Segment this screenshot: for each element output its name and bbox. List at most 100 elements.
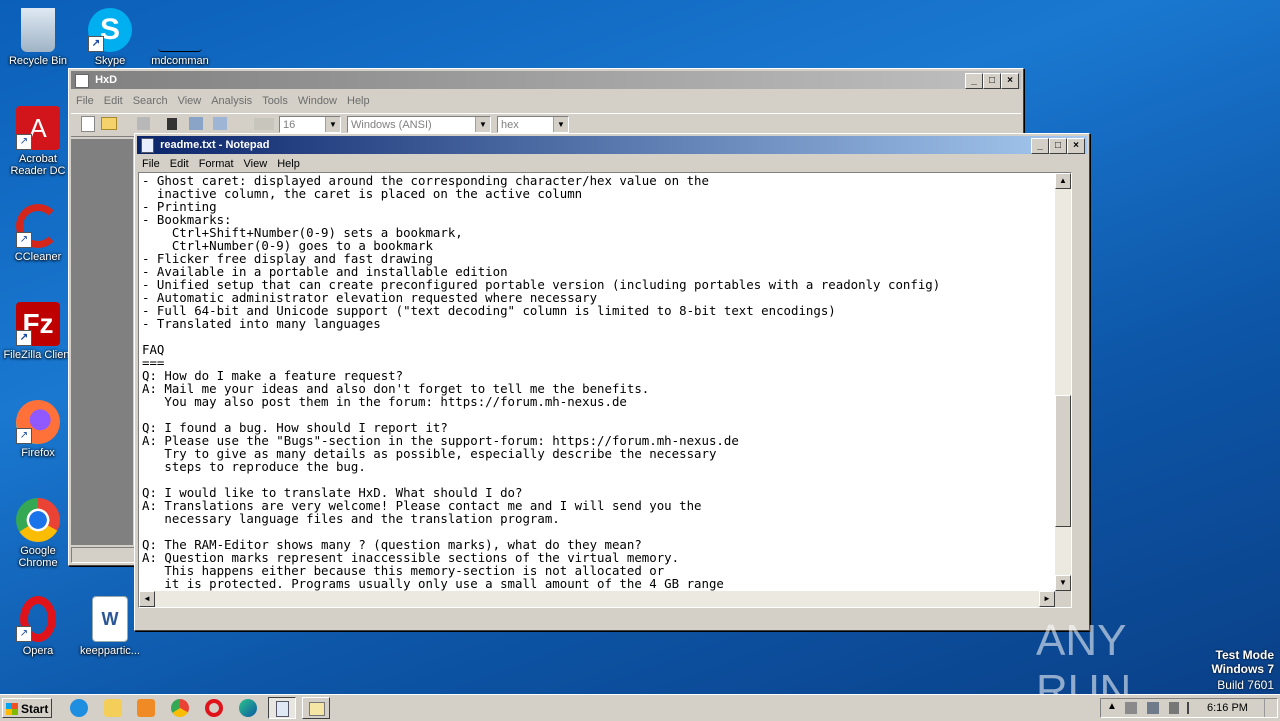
close-button[interactable]: × bbox=[1067, 138, 1085, 154]
scroll-right-button[interactable]: ► bbox=[1039, 591, 1055, 607]
desktop-icon-acrobat[interactable]: A ↗ Acrobat Reader DC bbox=[0, 106, 76, 177]
blank-file-icon bbox=[158, 8, 202, 52]
menu-edit[interactable]: Edit bbox=[99, 92, 128, 110]
desktop-icon-label: Firefox bbox=[21, 447, 55, 459]
desktop-icon-label: CCleaner bbox=[14, 251, 62, 263]
menu-file[interactable]: File bbox=[137, 155, 165, 173]
close-button[interactable]: × bbox=[1001, 73, 1019, 89]
chevron-down-icon: ▼ bbox=[475, 117, 490, 132]
chevron-down-icon: ▼ bbox=[553, 117, 568, 132]
hxd-menubar: File Edit Search View Analysis Tools Window Hel… bbox=[71, 92, 1021, 110]
hxd-app-icon bbox=[75, 74, 89, 88]
ccleaner-icon: ↗ bbox=[16, 204, 60, 248]
ram-editor-icon[interactable] bbox=[167, 118, 177, 130]
text-editor-area[interactable]: - Ghost caret: displayed around the corr… bbox=[138, 172, 1072, 608]
desktop-icon-chrome[interactable]: Google Chrome bbox=[0, 498, 76, 569]
system-tray: ▲ 6:16 PM bbox=[1100, 698, 1278, 718]
desktop-icon-opera[interactable]: ↗ Opera bbox=[0, 596, 76, 657]
desktop-icon-label: mdcomman bbox=[151, 55, 209, 67]
network-icon[interactable] bbox=[1125, 702, 1137, 714]
taskbar-notepad-button[interactable] bbox=[268, 697, 296, 719]
notepad-titlebar[interactable]: readme.txt - Notepad _ □ × bbox=[137, 136, 1087, 154]
scrollbar-thumb[interactable] bbox=[1055, 395, 1071, 527]
skype-icon: S ↗ bbox=[88, 8, 132, 52]
desktop-icon-recycle-bin[interactable]: Recycle Bin bbox=[0, 8, 76, 67]
hxd-titlebar[interactable]: HxD _ □ × bbox=[71, 71, 1021, 89]
test-mode-line1: Test Mode bbox=[1215, 648, 1274, 662]
document-text[interactable]: - Ghost caret: displayed around the corr… bbox=[139, 173, 1071, 603]
disk-editor-icon[interactable] bbox=[189, 117, 203, 130]
taskbar-hxd-button[interactable] bbox=[302, 697, 330, 719]
save-icon[interactable] bbox=[137, 117, 150, 130]
open-folder-icon[interactable] bbox=[101, 117, 117, 130]
word-document-icon: W bbox=[92, 596, 128, 642]
hxd-statusbar bbox=[71, 547, 135, 563]
maximize-button[interactable]: □ bbox=[983, 73, 1001, 89]
desktop-icon-skype[interactable]: S ↗ Skype bbox=[72, 8, 148, 67]
minimize-button[interactable]: _ bbox=[1031, 138, 1049, 154]
notepad-app-icon bbox=[141, 138, 154, 153]
chrome-icon[interactable] bbox=[171, 699, 189, 717]
vertical-scrollbar[interactable]: ▲ ▼ bbox=[1055, 173, 1071, 591]
explorer-icon[interactable] bbox=[104, 699, 122, 717]
scroll-down-button[interactable]: ▼ bbox=[1055, 575, 1071, 591]
menu-file[interactable]: File bbox=[71, 92, 99, 110]
minimize-button[interactable]: _ bbox=[965, 73, 983, 89]
chrome-icon bbox=[16, 498, 60, 542]
start-button[interactable]: Start bbox=[2, 698, 52, 718]
hxd-workspace[interactable] bbox=[71, 139, 133, 545]
menu-help[interactable]: Help bbox=[342, 92, 375, 110]
shortcut-arrow-icon: ↗ bbox=[16, 330, 32, 346]
menu-analysis[interactable]: Analysis bbox=[206, 92, 257, 110]
maximize-button[interactable]: □ bbox=[1049, 138, 1067, 154]
desktop-icon-firefox[interactable]: ↗ Firefox bbox=[0, 400, 76, 459]
show-hidden-icons-icon[interactable]: ▲ bbox=[1107, 701, 1117, 712]
action-center-icon[interactable] bbox=[1147, 702, 1159, 714]
new-file-icon[interactable] bbox=[81, 116, 95, 132]
menu-window[interactable]: Window bbox=[293, 92, 342, 110]
window-title: readme.txt - Notepad bbox=[160, 139, 270, 151]
charset-select[interactable]: Windows (ANSI) ▼ bbox=[347, 116, 491, 133]
desktop-icon-filezilla[interactable]: Fz ↗ FileZilla Client bbox=[0, 302, 76, 361]
shortcut-arrow-icon: ↗ bbox=[16, 134, 32, 150]
shortcut-arrow-icon: ↗ bbox=[16, 626, 32, 642]
desktop-icon-label: Acrobat Reader DC bbox=[10, 153, 66, 177]
bytes-per-row-select[interactable]: 16 ▼ bbox=[279, 116, 341, 133]
opera-icon[interactable] bbox=[205, 699, 223, 717]
edge-icon[interactable] bbox=[239, 699, 257, 717]
desktop-icon-mdcomman[interactable]: mdcomman bbox=[142, 8, 218, 67]
menu-help[interactable]: Help bbox=[272, 155, 305, 173]
volume-icon[interactable] bbox=[1169, 702, 1179, 714]
display-mode-select[interactable]: hex ▼ bbox=[497, 116, 569, 133]
acrobat-icon: A ↗ bbox=[16, 106, 60, 150]
media-player-icon[interactable] bbox=[137, 699, 155, 717]
flag-icon[interactable] bbox=[1187, 702, 1197, 714]
scroll-left-button[interactable]: ◄ bbox=[139, 591, 155, 607]
windows-logo-icon bbox=[6, 703, 18, 715]
file-tools-icon[interactable] bbox=[213, 117, 227, 130]
menu-search[interactable]: Search bbox=[128, 92, 173, 110]
taskbar: Start ▲ 6:16 PM bbox=[0, 694, 1280, 721]
chevron-down-icon: ▼ bbox=[325, 117, 340, 132]
ie-icon[interactable] bbox=[70, 699, 88, 717]
menu-tools[interactable]: Tools bbox=[257, 92, 293, 110]
desktop-icon-label: Opera bbox=[22, 645, 54, 657]
shortcut-arrow-icon: ↗ bbox=[88, 36, 104, 52]
scroll-up-button[interactable]: ▲ bbox=[1055, 173, 1071, 189]
clock[interactable]: 6:16 PM bbox=[1207, 702, 1248, 714]
notepad-window[interactable]: readme.txt - Notepad _ □ × File Edit Forma… bbox=[134, 133, 1090, 631]
menu-view[interactable]: View bbox=[239, 155, 273, 173]
recycle-bin-icon bbox=[21, 8, 55, 52]
menu-format[interactable]: Format bbox=[194, 155, 239, 173]
menu-view[interactable]: View bbox=[173, 92, 207, 110]
desktop-icon-ccleaner[interactable]: ↗ CCleaner bbox=[0, 204, 76, 263]
filezilla-icon: Fz ↗ bbox=[16, 302, 60, 346]
notepad-icon bbox=[276, 701, 289, 717]
hxd-icon bbox=[309, 702, 325, 716]
shortcut-arrow-icon: ↗ bbox=[16, 232, 32, 248]
menu-edit[interactable]: Edit bbox=[165, 155, 194, 173]
test-mode-line3: Build 7601 bbox=[1217, 678, 1274, 692]
show-desktop-button[interactable] bbox=[1264, 699, 1275, 717]
horizontal-scrollbar[interactable]: ◄ ► bbox=[139, 591, 1055, 607]
nav-arrows-icon[interactable] bbox=[254, 118, 274, 130]
